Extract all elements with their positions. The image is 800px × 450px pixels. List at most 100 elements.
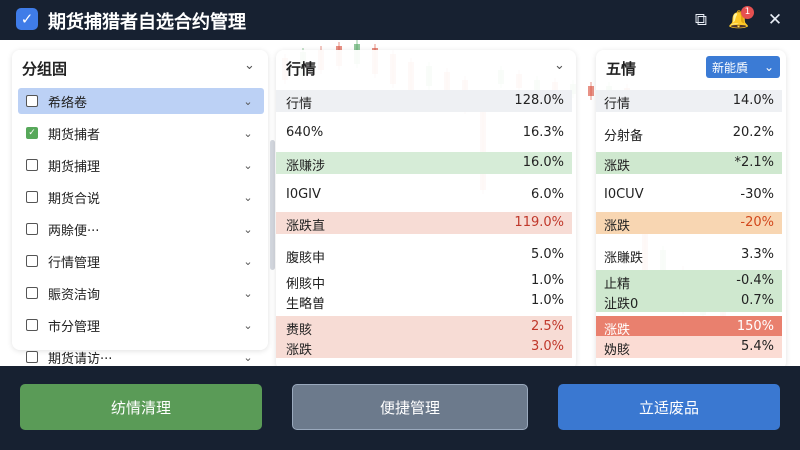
quote-row-label: 腹賅申 bbox=[286, 251, 326, 266]
quote-row-label: 行情 bbox=[286, 97, 313, 112]
title-bar: ✓ 期货捕猎者自选合约管理 ⧉ 🔔 1 ✕ bbox=[0, 0, 800, 40]
detail-row[interactable]: 妫賅 5.4% bbox=[596, 336, 782, 358]
group-item-label: 市分管理 bbox=[48, 319, 101, 335]
detail-row-label: 妫賅 bbox=[604, 343, 631, 358]
chevron-down-icon: ⌄ bbox=[763, 60, 774, 74]
chevron-down-icon[interactable]: ⌄ bbox=[238, 223, 258, 236]
checkbox-icon[interactable] bbox=[26, 287, 38, 299]
detail-row-value: *2.1% bbox=[734, 155, 774, 170]
scrollbar[interactable] bbox=[270, 140, 275, 270]
chevron-down-icon[interactable]: ⌄ bbox=[244, 58, 255, 73]
clear-quotes-button[interactable]: 纺情清理 bbox=[20, 384, 262, 430]
detail-row[interactable]: I0CUV -30% bbox=[596, 184, 782, 206]
chevron-down-icon[interactable]: ⌄ bbox=[238, 351, 258, 364]
category-dropdown-label: 新能貭 bbox=[712, 60, 749, 75]
checkbox-icon[interactable] bbox=[26, 255, 38, 267]
detail-row[interactable]: 止精 -0.4% bbox=[596, 270, 782, 292]
group-item[interactable]: 賑资洁询 ⌄ bbox=[18, 280, 264, 306]
detail-row-value: 14.0% bbox=[732, 93, 774, 108]
details-panel: 五情 新能貭 ⌄ 行情 14.0% 分射备 20.2% 涨跌 *2.1% I0CUV -30%… bbox=[596, 50, 786, 370]
checkbox-icon[interactable] bbox=[26, 351, 38, 363]
quote-row[interactable]: 赉賅 2.5% bbox=[276, 316, 572, 338]
details-panel-title: 五情 bbox=[606, 60, 637, 78]
group-item-label: 期货合说 bbox=[48, 191, 101, 207]
detail-row[interactable]: 行情 14.0% bbox=[596, 90, 782, 112]
checkbox-checked-icon[interactable]: ✓ bbox=[16, 8, 38, 30]
chevron-down-icon[interactable]: ⌄ bbox=[554, 58, 565, 73]
checkbox-icon[interactable] bbox=[26, 159, 38, 171]
quote-row[interactable]: 腹賅申 5.0% bbox=[276, 244, 572, 266]
group-item-label: 两賒便··· bbox=[48, 223, 100, 239]
group-item-label: 行情管理 bbox=[48, 255, 101, 271]
quote-row-value: 16.3% bbox=[522, 125, 564, 140]
detail-row-label: I0CUV bbox=[604, 187, 644, 202]
category-dropdown-button[interactable]: 新能貭 ⌄ bbox=[706, 56, 780, 78]
group-item-label: 希络卷 bbox=[48, 95, 88, 111]
group-item[interactable]: 市分管理 ⌄ bbox=[18, 312, 264, 338]
group-item-label: 期货捕理 bbox=[48, 159, 101, 175]
group-item[interactable]: 期货捕理 ⌄ bbox=[18, 152, 264, 178]
quote-row-value: 5.0% bbox=[530, 247, 564, 262]
chevron-down-icon[interactable]: ⌄ bbox=[238, 191, 258, 204]
checkbox-icon[interactable] bbox=[26, 95, 38, 107]
group-panel-title: 分组固 bbox=[22, 60, 68, 78]
quote-row-value: 6.0% bbox=[530, 187, 564, 202]
quote-row[interactable]: 行情 128.0% bbox=[276, 90, 572, 112]
detail-row[interactable]: 涨賺跌 3.3% bbox=[596, 244, 782, 266]
checkbox-icon[interactable] bbox=[26, 191, 38, 203]
detail-row-value: 3.3% bbox=[740, 247, 774, 262]
group-item[interactable]: ✓ 期货捕者 ⌄ bbox=[18, 120, 264, 146]
checkbox-icon[interactable] bbox=[26, 319, 38, 331]
quote-row[interactable]: I0GIV 6.0% bbox=[276, 184, 572, 206]
checkbox-checked-icon[interactable]: ✓ bbox=[26, 127, 38, 139]
detail-row[interactable]: 涨跌 150% bbox=[596, 316, 782, 338]
close-icon[interactable]: ✕ bbox=[764, 10, 786, 30]
chevron-down-icon[interactable]: ⌄ bbox=[238, 319, 258, 332]
chevron-down-icon[interactable]: ⌄ bbox=[238, 95, 258, 108]
quick-manage-button[interactable]: 便捷管理 bbox=[292, 384, 528, 430]
detail-row-label: 涨跌 bbox=[604, 219, 631, 234]
quote-row-value: 3.0% bbox=[530, 339, 564, 354]
quote-row-value: 1.0% bbox=[530, 273, 564, 288]
group-item[interactable]: 希络卷 ⌄ bbox=[18, 88, 264, 114]
quote-row[interactable]: 生略曽 1.0% bbox=[276, 290, 572, 312]
detail-row[interactable]: 分射备 20.2% bbox=[596, 122, 782, 144]
group-item[interactable]: 期货合说 ⌄ bbox=[18, 184, 264, 210]
detail-row[interactable]: 涨跌 *2.1% bbox=[596, 152, 782, 174]
detail-row-value: 20.2% bbox=[732, 125, 774, 140]
quote-row-label: 生略曽 bbox=[286, 297, 326, 312]
checkbox-icon[interactable] bbox=[26, 223, 38, 235]
confirm-button[interactable]: 立适废品 bbox=[558, 384, 780, 430]
detail-row-label: 涨跌 bbox=[604, 159, 631, 174]
group-item[interactable]: 两賒便··· ⌄ bbox=[18, 216, 264, 242]
quote-row-label: I0GIV bbox=[286, 187, 321, 202]
quotes-panel: 行情 ⌄ 行情 128.0% 640% 16.3% 涨赚涉 16.0% I0GIV 6.0% 涨… bbox=[276, 50, 576, 370]
detail-row[interactable]: 涨跌 -20% bbox=[596, 212, 782, 234]
quote-row-label: 涨跌 bbox=[286, 343, 313, 358]
detail-row-label: 分射备 bbox=[604, 129, 644, 144]
detail-row-value: -0.4% bbox=[736, 273, 774, 288]
group-item-label: 賑资洁询 bbox=[48, 287, 101, 303]
chevron-down-icon[interactable]: ⌄ bbox=[238, 287, 258, 300]
chevron-down-icon[interactable]: ⌄ bbox=[238, 127, 258, 140]
quote-row-label: 涨赚涉 bbox=[286, 159, 326, 174]
quote-row[interactable]: 涨跌 3.0% bbox=[276, 336, 572, 358]
quote-row[interactable]: 640% 16.3% bbox=[276, 122, 572, 144]
detail-row-label: 涨賺跌 bbox=[604, 251, 644, 266]
chevron-down-icon[interactable]: ⌄ bbox=[238, 159, 258, 172]
quote-row-value: 2.5% bbox=[530, 319, 564, 334]
detail-row-value: 0.7% bbox=[740, 293, 774, 308]
window-title: 期货捕猎者自选合约管理 bbox=[48, 12, 246, 33]
detail-row-value: 150% bbox=[736, 319, 774, 334]
quote-row-value: 1.0% bbox=[530, 293, 564, 308]
share-icon[interactable]: ⧉ bbox=[690, 10, 712, 30]
detail-row[interactable]: 沚跌0 0.7% bbox=[596, 290, 782, 312]
quote-row[interactable]: 涨赚涉 16.0% bbox=[276, 152, 572, 174]
quotes-panel-title: 行情 bbox=[286, 60, 317, 78]
quote-row-value: 128.0% bbox=[514, 93, 564, 108]
chevron-down-icon[interactable]: ⌄ bbox=[238, 255, 258, 268]
detail-row-value: -30% bbox=[740, 187, 774, 202]
quote-row[interactable]: 俐賅中 1.0% bbox=[276, 270, 572, 292]
group-item[interactable]: 行情管理 ⌄ bbox=[18, 248, 264, 274]
quote-row[interactable]: 涨跌直 119.0% bbox=[276, 212, 572, 234]
